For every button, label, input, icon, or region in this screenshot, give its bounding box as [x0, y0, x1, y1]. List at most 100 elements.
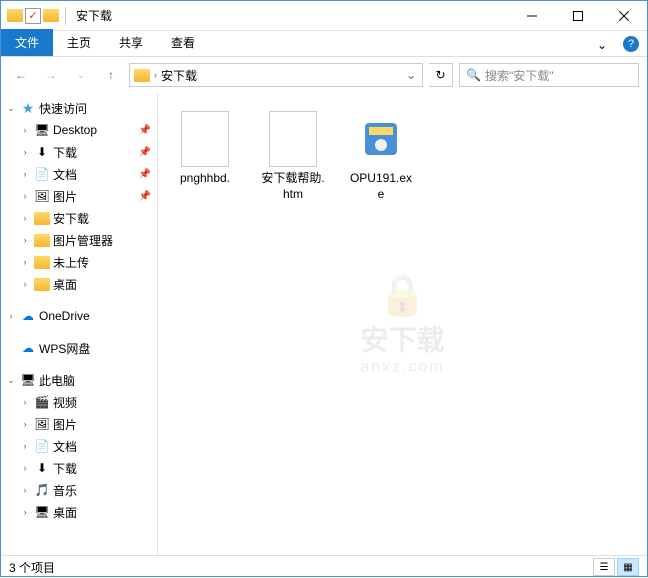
- file-item[interactable]: OPU191.exe: [344, 107, 418, 206]
- folder-icon[interactable]: [7, 9, 23, 22]
- window-title: 安下载: [72, 7, 112, 24]
- sidebar-item[interactable]: › 🖥 桌面: [1, 501, 157, 523]
- back-button[interactable]: ←: [9, 63, 33, 87]
- chevron-right-icon[interactable]: ›: [19, 125, 31, 135]
- qat: ✓ 安下载: [1, 7, 118, 25]
- sidebar-item[interactable]: › 图片管理器: [1, 229, 157, 251]
- sidebar-item[interactable]: › 🎬 视频: [1, 391, 157, 413]
- help-icon[interactable]: ?: [623, 36, 639, 52]
- file-item[interactable]: pnghhbd.: [168, 107, 242, 206]
- desktop-icon: 🖥: [33, 123, 51, 137]
- chevron-down-icon[interactable]: ⌄: [5, 103, 17, 114]
- star-icon: ★: [19, 100, 37, 117]
- cloud-icon: ☁: [19, 341, 37, 355]
- folder-icon: [33, 278, 51, 291]
- file-view[interactable]: pnghhbd. 安下载帮助.htm OPU191.exe 🔒 安下载 anxz.c…: [158, 93, 647, 555]
- statusbar: 3 个项目 ☰ ▦: [1, 555, 647, 578]
- address-bar[interactable]: › 安下载 ⌄: [129, 63, 423, 87]
- folder-icon: [33, 234, 51, 247]
- chevron-right-icon[interactable]: ›: [19, 169, 31, 179]
- sidebar-item[interactable]: › 未上传: [1, 251, 157, 273]
- download-icon: ⬇: [33, 461, 51, 475]
- titlebar: ✓ 安下载: [1, 1, 647, 31]
- folder-icon[interactable]: [43, 9, 59, 22]
- pin-icon: 📌: [139, 169, 151, 180]
- chevron-right-icon[interactable]: ›: [19, 397, 31, 407]
- chevron-right-icon[interactable]: ›: [19, 279, 31, 289]
- properties-icon[interactable]: ✓: [25, 8, 41, 24]
- tab-home[interactable]: 主页: [53, 29, 105, 56]
- chevron-right-icon[interactable]: ›: [19, 507, 31, 517]
- chevron-right-icon[interactable]: ›: [19, 235, 31, 245]
- file-item[interactable]: 安下载帮助.htm: [256, 107, 330, 206]
- breadcrumb-segment[interactable]: 安下载: [157, 67, 201, 84]
- chevron-right-icon[interactable]: ›: [19, 191, 31, 201]
- sidebar-item[interactable]: › 🖥 Desktop 📌: [1, 119, 157, 141]
- chevron-right-icon[interactable]: ›: [19, 463, 31, 473]
- exe-icon: [357, 111, 405, 167]
- maximize-button[interactable]: [555, 1, 601, 31]
- ribbon-expand-icon[interactable]: ⌄: [589, 34, 615, 56]
- sidebar-item[interactable]: › 桌面: [1, 273, 157, 295]
- file-icon: [269, 111, 317, 167]
- sidebar-item[interactable]: › 🖼 图片 📌: [1, 185, 157, 207]
- view-icons-button[interactable]: ▦: [617, 558, 639, 576]
- document-icon: 📄: [33, 167, 51, 181]
- sidebar-item[interactable]: › 🎵 音乐: [1, 479, 157, 501]
- file-name: pnghhbd.: [180, 171, 230, 187]
- pin-icon: 📌: [139, 125, 151, 136]
- search-icon: 🔍: [466, 68, 481, 82]
- chevron-down-icon[interactable]: ⌄: [5, 375, 17, 386]
- chevron-right-icon[interactable]: ›: [19, 213, 31, 223]
- item-count: 3 个项目: [9, 559, 55, 576]
- chevron-right-icon[interactable]: ›: [19, 147, 31, 157]
- chevron-right-icon[interactable]: ›: [19, 257, 31, 267]
- history-dropdown-icon[interactable]: ⌄: [69, 63, 93, 87]
- video-icon: 🎬: [33, 395, 51, 409]
- sidebar-item[interactable]: › 📄 文档: [1, 435, 157, 457]
- desktop-icon: 🖥: [33, 505, 51, 519]
- document-icon: 📄: [33, 439, 51, 453]
- sidebar-onedrive[interactable]: › ☁ OneDrive: [1, 305, 157, 327]
- sidebar-item[interactable]: › ⬇ 下载: [1, 457, 157, 479]
- tab-file[interactable]: 文件: [1, 29, 53, 56]
- address-dropdown-icon[interactable]: ⌄: [400, 68, 422, 82]
- file-name: 安下载帮助.htm: [260, 171, 326, 202]
- file-name: OPU191.exe: [348, 171, 414, 202]
- pin-icon: 📌: [139, 191, 151, 202]
- folder-icon: [134, 69, 150, 82]
- refresh-button[interactable]: ↻: [429, 63, 453, 87]
- tab-share[interactable]: 共享: [105, 29, 157, 56]
- sidebar-item[interactable]: › 安下载: [1, 207, 157, 229]
- tab-view[interactable]: 查看: [157, 29, 209, 56]
- folder-icon: [33, 212, 51, 225]
- navbar: ← → ⌄ ↑ › 安下载 ⌄ ↻ 🔍 搜索"安下载": [1, 57, 647, 93]
- sidebar-item[interactable]: › ⬇ 下载 📌: [1, 141, 157, 163]
- chevron-right-icon[interactable]: ›: [5, 311, 17, 321]
- forward-button[interactable]: →: [39, 63, 63, 87]
- view-details-button[interactable]: ☰: [593, 558, 615, 576]
- folder-icon: [33, 256, 51, 269]
- up-button[interactable]: ↑: [99, 63, 123, 87]
- pin-icon: 📌: [139, 147, 151, 158]
- download-icon: ⬇: [33, 145, 51, 159]
- ribbon-tabs: 文件 主页 共享 查看 ⌄ ?: [1, 31, 647, 57]
- sidebar-quickaccess[interactable]: ⌄ ★ 快速访问: [1, 97, 157, 119]
- sidebar-wps[interactable]: ☁ WPS网盘: [1, 337, 157, 359]
- chevron-right-icon[interactable]: ›: [19, 441, 31, 451]
- watermark: 🔒 安下载 anxz.com: [360, 272, 444, 377]
- sidebar[interactable]: ⌄ ★ 快速访问 › 🖥 Desktop 📌› ⬇ 下载 📌› 📄 文档 📌› …: [1, 93, 158, 555]
- search-input[interactable]: 🔍 搜索"安下载": [459, 63, 639, 87]
- pc-icon: 🖥: [19, 373, 37, 387]
- sidebar-item[interactable]: › 📄 文档 📌: [1, 163, 157, 185]
- chevron-right-icon[interactable]: ›: [19, 419, 31, 429]
- chevron-right-icon[interactable]: ›: [19, 485, 31, 495]
- sidebar-thispc[interactable]: ⌄ 🖥 此电脑: [1, 369, 157, 391]
- music-icon: 🎵: [33, 483, 51, 497]
- minimize-button[interactable]: [509, 1, 555, 31]
- close-button[interactable]: [601, 1, 647, 31]
- sidebar-item[interactable]: › 🖼 图片: [1, 413, 157, 435]
- cloud-icon: ☁: [19, 309, 37, 323]
- file-icon: [181, 111, 229, 167]
- picture-icon: 🖼: [33, 417, 51, 431]
